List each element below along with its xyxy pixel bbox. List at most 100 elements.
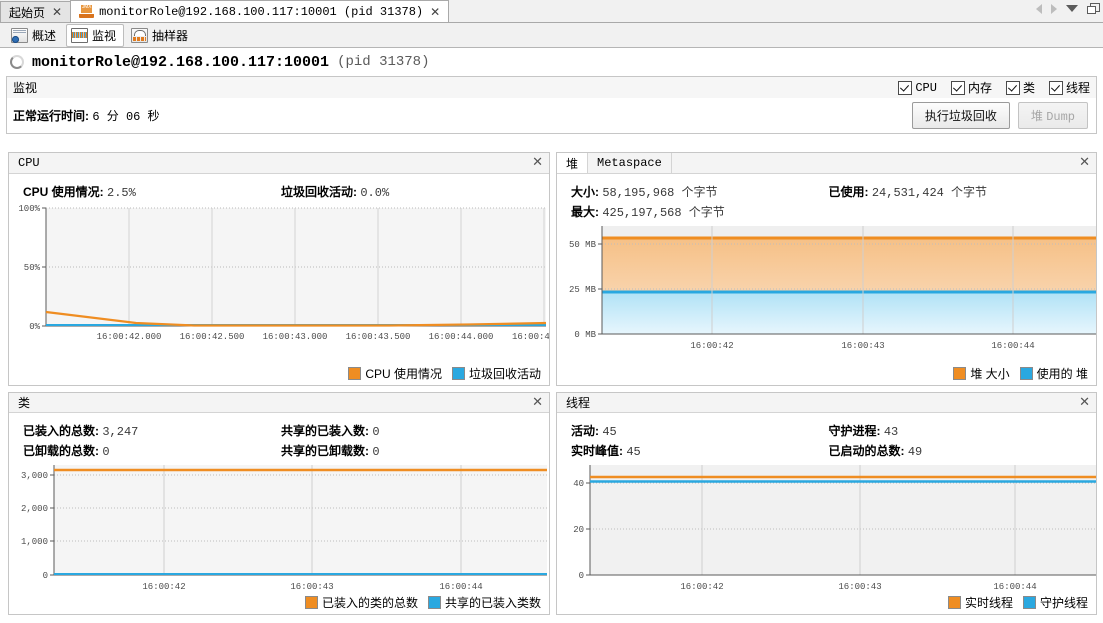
classes-panel-header: 类 ✕ xyxy=(9,393,549,413)
classes-chart[interactable]: 3,000 2,000 1,000 0 16:00:42 16:00:43 16… xyxy=(9,463,549,593)
stat-label: 共享的已装入数: xyxy=(281,424,369,438)
heap-dump-label-prefix: 堆 xyxy=(1030,109,1047,123)
close-icon[interactable]: ✕ xyxy=(428,6,442,18)
heap-stats: 大小: 58,195,968 个字节 已使用: 24,531,424 个字节 最… xyxy=(557,174,1096,224)
classes-ytick-0: 0 xyxy=(43,571,48,581)
checkbox-cpu[interactable]: CPU xyxy=(898,80,937,95)
legend-label: 已装入的类的总数 xyxy=(321,596,418,610)
heap-max-stat: 最大: 425,197,568 个字节 xyxy=(571,203,829,220)
close-icon[interactable]: ✕ xyxy=(532,155,543,171)
threads-chart[interactable]: 40 20 0 16:00:42 16:00:43 16:00:44 xyxy=(557,463,1096,593)
metric-checkbox-group: CPU 内存 类 线程 xyxy=(898,79,1090,96)
cpu-legend: CPU 使用情况 垃圾回收活动 xyxy=(9,364,549,385)
heap-tab-metaspace[interactable]: Metaspace xyxy=(588,153,672,173)
legend-item-heap-size[interactable]: 堆 大小 xyxy=(953,365,1010,382)
close-icon[interactable]: ✕ xyxy=(50,6,64,18)
heap-chart[interactable]: 50 MB 25 MB 0 MB 16:00:42 16:00:43 16:00… xyxy=(557,224,1096,364)
stat-label: 大小: xyxy=(571,185,599,199)
cpu-xtick-3: 16:00:43.500 xyxy=(346,332,411,342)
legend-item-cpu-usage[interactable]: CPU 使用情况 xyxy=(348,365,442,382)
heap-panel: 堆 Metaspace ✕ 大小: 58,195,968 个字节 已使用: 24… xyxy=(556,152,1097,386)
threads-ytick-40: 40 xyxy=(573,479,584,489)
close-icon[interactable]: ✕ xyxy=(1079,395,1090,411)
threads-started-total-stat: 已启动的总数: 49 xyxy=(829,442,1087,459)
monitor-toolbar: 监视 CPU 内存 类 线程 xyxy=(6,76,1097,98)
heap-chart-svg: 50 MB 25 MB 0 MB 16:00:42 16:00:43 16:00… xyxy=(569,226,1096,351)
cpu-panel-header: CPU ✕ xyxy=(9,153,549,174)
heap-legend: 堆 大小 使用的 堆 xyxy=(557,364,1096,385)
legend-item-classes-shared[interactable]: 共享的已装入类数 xyxy=(427,594,541,611)
classes-ytick-1000: 1,000 xyxy=(21,537,48,547)
legend-item-live-threads[interactable]: 实时线程 xyxy=(947,594,1013,611)
threads-xtick-0: 16:00:42 xyxy=(680,582,723,592)
checkbox-icon[interactable] xyxy=(1048,80,1063,95)
legend-label: 共享的已装入类数 xyxy=(444,596,541,610)
classes-xtick-1: 16:00:43 xyxy=(290,582,333,592)
checkbox-label: CPU xyxy=(915,80,937,95)
checkbox-classes[interactable]: 类 xyxy=(1005,79,1035,96)
cpu-xtick-5: 16:00:44.5 xyxy=(512,332,550,342)
action-buttons: 执行垃圾回收 堆 Dump xyxy=(911,102,1088,129)
checkbox-icon[interactable] xyxy=(950,80,965,95)
legend-label: 使用的 堆 xyxy=(1036,367,1088,381)
close-icon[interactable]: ✕ xyxy=(532,395,543,411)
checkbox-memory[interactable]: 内存 xyxy=(950,79,992,96)
legend-label: 守护线程 xyxy=(1039,596,1088,610)
checkbox-icon[interactable] xyxy=(898,80,913,95)
page-title: monitorRole@192.168.100.117:10001 xyxy=(32,53,330,71)
connecting-spinner-icon xyxy=(10,55,24,69)
window-tab-start-page[interactable]: 起始页 ✕ xyxy=(0,1,72,22)
close-icon[interactable]: ✕ xyxy=(1079,155,1090,171)
view-subtabs: 概述 监视 抽样器 xyxy=(0,23,1103,48)
threads-xtick-2: 16:00:44 xyxy=(993,582,1036,592)
threads-ytick-20: 20 xyxy=(573,525,584,535)
uptime-row: 正常运行时间: 6 分 06 秒 执行垃圾回收 堆 Dump xyxy=(6,98,1097,134)
stat-value: 0.0% xyxy=(360,186,390,200)
window-controls xyxy=(1036,3,1100,14)
stat-value: 24,531,424 个字节 xyxy=(871,186,988,200)
threads-panel: 线程 ✕ 活动: 45 守护进程: 43 实时峰值: 45 已启动的总数: 49… xyxy=(556,392,1097,615)
classes-shared-loaded-stat: 共享的已装入数: 0 xyxy=(281,422,539,439)
threads-legend: 实时线程 守护线程 xyxy=(557,593,1096,614)
legend-item-daemon-threads[interactable]: 守护线程 xyxy=(1022,594,1088,611)
threads-chart-svg: 40 20 0 16:00:42 16:00:43 16:00:44 xyxy=(573,465,1096,592)
uptime-display: 正常运行时间: 6 分 06 秒 xyxy=(13,107,160,124)
legend-item-heap-used[interactable]: 使用的 堆 xyxy=(1019,365,1088,382)
heap-tab-heap[interactable]: 堆 xyxy=(557,153,589,173)
tab-monitor[interactable]: 监视 xyxy=(66,23,125,47)
legend-item-classes-loaded[interactable]: 已装入的类的总数 xyxy=(304,594,418,611)
classes-chart-svg: 3,000 2,000 1,000 0 16:00:42 16:00:43 16… xyxy=(21,465,547,592)
classes-xtick-0: 16:00:42 xyxy=(142,582,185,592)
classes-stats: 已装入的总数: 3,247 共享的已装入数: 0 已卸载的总数: 0 共享的已卸… xyxy=(9,413,549,463)
legend-swatch-icon xyxy=(953,367,967,380)
tab-label: 监视 xyxy=(92,28,117,43)
window-tab-connection[interactable]: monitorRole@192.168.100.117:10001 (pid 3… xyxy=(70,0,450,22)
heap-panel-body: 大小: 58,195,968 个字节 已使用: 24,531,424 个字节 最… xyxy=(557,174,1096,385)
cpu-chart-svg: 100% 50% 0% 16:00:42.000 16:00:42.500 16… xyxy=(18,204,550,342)
stat-value: 2.5% xyxy=(107,186,136,200)
heap-dump-button[interactable]: 堆 Dump xyxy=(1017,102,1088,129)
stat-value: 45 xyxy=(626,445,641,459)
checkbox-icon[interactable] xyxy=(1005,80,1020,95)
cpu-xtick-2: 16:00:43.000 xyxy=(263,332,328,342)
stat-label: 已装入的总数: xyxy=(23,424,99,438)
maximize-restore-icon[interactable] xyxy=(1087,3,1100,14)
nav-forward-icon[interactable] xyxy=(1051,3,1057,14)
cpu-chart[interactable]: 100% 50% 0% 16:00:42.000 16:00:42.500 16… xyxy=(9,204,549,364)
stat-value: 58,195,968 个字节 xyxy=(602,186,718,200)
stat-value: 43 xyxy=(883,425,899,439)
cpu-ytick-50: 50% xyxy=(24,263,41,273)
tab-list-dropdown-icon[interactable] xyxy=(1066,5,1078,12)
threads-peak-stat: 实时峰值: 45 xyxy=(571,442,829,459)
checkbox-label: 内存 xyxy=(967,81,992,95)
nav-back-icon[interactable] xyxy=(1036,3,1042,14)
stat-label: 守护进程: xyxy=(828,424,881,438)
checkbox-threads[interactable]: 线程 xyxy=(1048,79,1090,96)
tab-label: 概述 xyxy=(32,28,57,43)
tab-sampler[interactable]: 抽样器 xyxy=(126,24,196,47)
classes-ytick-3000: 3,000 xyxy=(21,471,48,481)
legend-item-gc-activity[interactable]: 垃圾回收活动 xyxy=(451,365,541,382)
perform-gc-button[interactable]: 执行垃圾回收 xyxy=(911,102,1010,129)
classes-panel-title: 类 xyxy=(18,396,31,410)
tab-overview[interactable]: 概述 xyxy=(6,24,64,47)
